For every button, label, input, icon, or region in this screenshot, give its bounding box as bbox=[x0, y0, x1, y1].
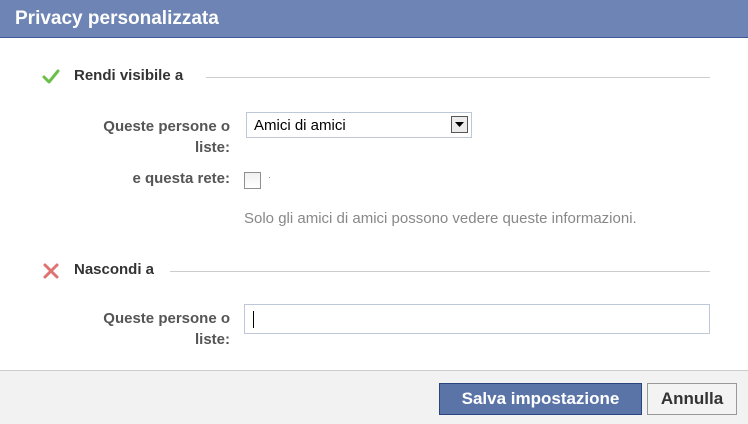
hidden-section-title: Nascondi a bbox=[74, 261, 155, 278]
network-marker: · bbox=[268, 172, 271, 182]
hidden-section-header: Nascondi a bbox=[42, 261, 710, 281]
visibility-hint: Solo gli amici di amici possono vedere q… bbox=[244, 210, 637, 227]
hidden-people-input[interactable] bbox=[244, 304, 710, 334]
section-divider bbox=[170, 271, 710, 272]
dialog-title: Privacy personalizzata bbox=[15, 8, 219, 29]
network-checkbox[interactable] bbox=[244, 172, 261, 189]
save-button[interactable]: Salva impostazione bbox=[439, 383, 642, 415]
check-icon bbox=[42, 68, 60, 86]
visible-people-select-value: Amici di amici bbox=[254, 117, 346, 134]
dialog-titlebar: Privacy personalizzata bbox=[0, 0, 748, 38]
hidden-people-label: Queste persone o liste: bbox=[103, 310, 230, 348]
section-divider bbox=[206, 77, 710, 78]
cross-icon bbox=[42, 262, 60, 280]
visible-people-select[interactable]: Amici di amici bbox=[246, 112, 472, 138]
dialog-footer: Salva impostazione Annulla bbox=[0, 370, 748, 424]
cancel-button[interactable]: Annulla bbox=[647, 383, 737, 415]
chevron-down-icon[interactable] bbox=[451, 116, 468, 133]
visible-section-title: Rendi visibile a bbox=[74, 67, 184, 84]
visible-section-header: Rendi visibile a bbox=[42, 67, 710, 87]
network-label: e questa rete: bbox=[132, 170, 230, 187]
privacy-dialog: Privacy personalizzata Rendi visibile a … bbox=[0, 0, 748, 424]
visible-people-label: Queste persone o liste: bbox=[103, 118, 230, 156]
text-caret bbox=[253, 311, 254, 328]
